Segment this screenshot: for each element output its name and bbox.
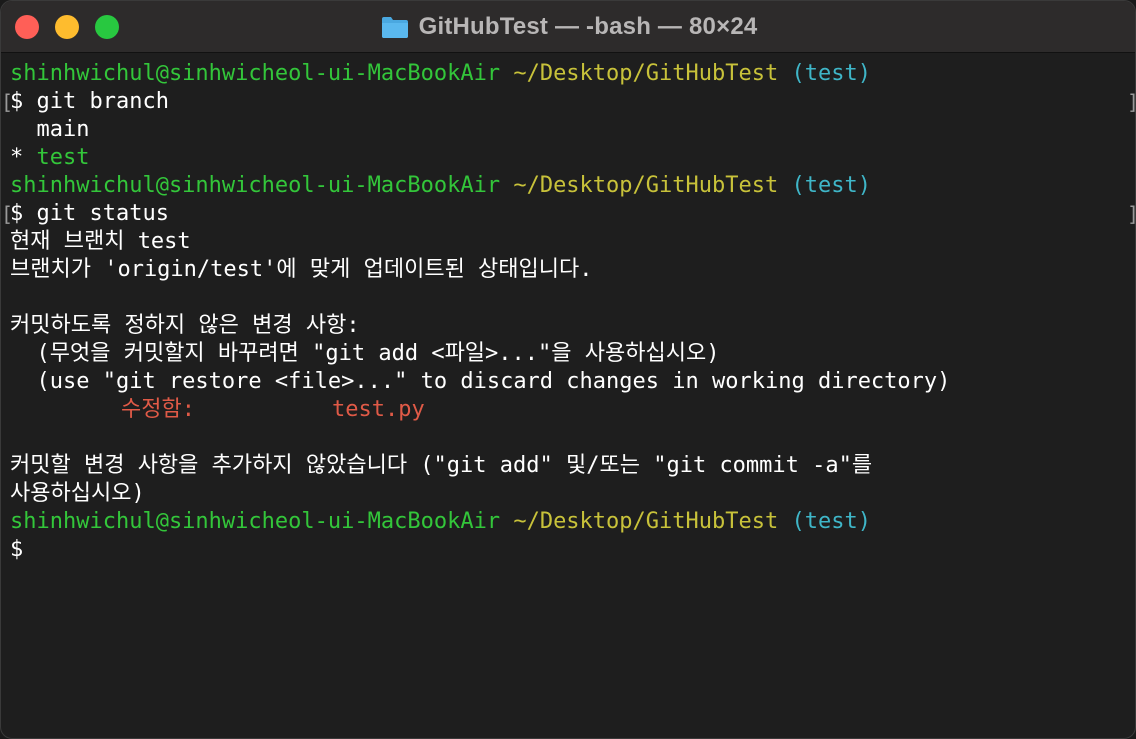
output-line: 사용하십시오) xyxy=(10,481,145,506)
prompt-dollar: $ xyxy=(10,537,24,562)
command-line: $ git status xyxy=(10,200,169,228)
output-line: 브랜치가 'origin/test'에 맞게 업데이트된 상태입니다. xyxy=(10,257,593,282)
command-text: git branch xyxy=(36,89,169,114)
output-line: (use "git restore <file>..." to discard … xyxy=(10,369,951,394)
output-line: 커밋할 변경 사항을 추가하지 않았습니다 ("git add" 및/또는 "g… xyxy=(10,453,873,478)
title-bar[interactable]: GitHubTest — -bash — 80×24 xyxy=(1,1,1135,53)
folder-icon xyxy=(381,15,409,39)
modified-label: 수정함: xyxy=(121,397,195,422)
prompt-dollar: $ xyxy=(10,89,24,114)
prompt-path: ~/Desktop/GitHubTest xyxy=(513,509,779,534)
output-line-current-branch: * test xyxy=(10,144,89,172)
prompt-dollar: $ xyxy=(10,201,24,226)
prompt-line: shinhwichul@sinhwicheol-ui-MacBookAir ~/… xyxy=(10,508,871,536)
output-line: main xyxy=(10,117,90,142)
command-line: $ git branch xyxy=(10,88,169,116)
prompt-branch: (test) xyxy=(791,509,871,534)
prompt-path: ~/Desktop/GitHubTest xyxy=(513,173,779,198)
terminal-window: GitHubTest — -bash — 80×24 shinhwichul@s… xyxy=(0,0,1136,739)
prompt-branch: (test) xyxy=(791,173,871,198)
terminal-content[interactable]: shinhwichul@sinhwicheol-ui-MacBookAir ~/… xyxy=(1,60,1135,738)
line-marker-right: ] xyxy=(1127,88,1135,116)
current-branch-marker: * xyxy=(10,145,37,170)
line-marker-right: ] xyxy=(1127,200,1135,228)
output-line: (무엇을 커밋할지 바꾸려면 "git add <파일>..."을 사용하십시오… xyxy=(10,341,720,366)
prompt-user-host: shinhwichul@sinhwicheol-ui-MacBookAir xyxy=(10,173,501,198)
command-text: git status xyxy=(36,201,169,226)
prompt-user-host: shinhwichul@sinhwicheol-ui-MacBookAir xyxy=(10,61,501,86)
prompt-line: shinhwichul@sinhwicheol-ui-MacBookAir ~/… xyxy=(10,60,871,88)
window-title-area: GitHubTest — -bash — 80×24 xyxy=(1,1,1135,53)
prompt-branch: (test) xyxy=(791,61,871,86)
modified-file: test.py xyxy=(332,397,425,422)
output-line: 현재 브랜치 test xyxy=(10,229,191,254)
active-prompt[interactable]: $ xyxy=(10,536,23,564)
output-line: 커밋하도록 정하지 않은 변경 사항: xyxy=(10,313,360,338)
window-title: GitHubTest — -bash — 80×24 xyxy=(418,13,758,40)
current-branch-name: test xyxy=(36,145,90,170)
prompt-user-host: shinhwichul@sinhwicheol-ui-MacBookAir xyxy=(10,509,501,534)
prompt-line: shinhwichul@sinhwicheol-ui-MacBookAir ~/… xyxy=(10,172,871,200)
prompt-path: ~/Desktop/GitHubTest xyxy=(513,61,779,86)
